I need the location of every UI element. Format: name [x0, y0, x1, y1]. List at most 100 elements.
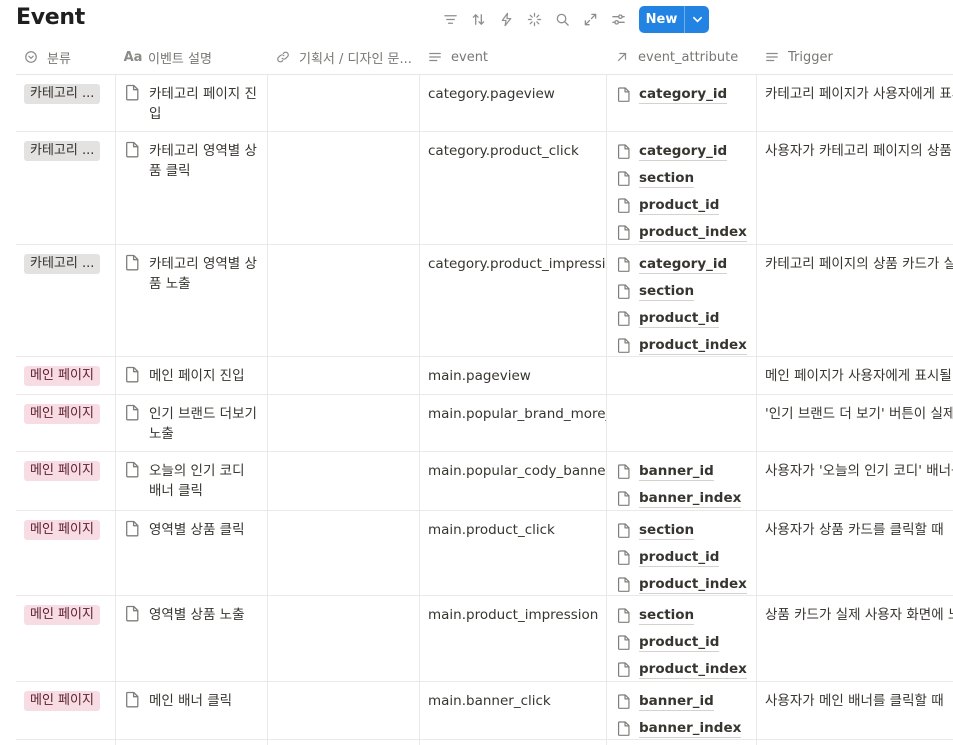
description-cell[interactable]: 인기 브랜드 더보기 노출: [116, 395, 268, 451]
relation-item[interactable]: product_id: [617, 632, 747, 652]
category-cell[interactable]: 메인 페이지: [16, 596, 116, 681]
relation-item[interactable]: product_id: [617, 547, 747, 567]
column-header-5[interactable]: Trigger: [757, 40, 953, 74]
description-cell[interactable]: 메인 페이지 진입: [116, 357, 268, 394]
doc-link-cell[interactable]: [268, 682, 420, 739]
description-cell[interactable]: 오늘의 인기 코디 배너 클릭: [116, 452, 268, 510]
relation-item[interactable]: section: [617, 605, 747, 625]
relation-item[interactable]: section: [617, 168, 747, 188]
relation-item[interactable]: banner_id: [617, 691, 741, 711]
trigger-cell[interactable]: '인기 브랜드 더 보기' 버튼이 실제: [757, 395, 953, 451]
event-attribute-cell[interactable]: category_id: [607, 75, 757, 131]
event-cell[interactable]: main.pageview: [420, 357, 607, 394]
event-cell[interactable]: main.banner_click: [420, 682, 607, 739]
category-cell[interactable]: 카테고리 ...: [16, 132, 116, 244]
trigger-cell[interactable]: 카테고리 페이지의 상품 카드가 실제: [757, 245, 953, 356]
relation-item[interactable]: product_index: [617, 222, 747, 242]
trigger-cell[interactable]: 사용자가 상품 카드를 클릭할 때: [757, 511, 953, 595]
page-title-link[interactable]: 카테고리 영역별 상품 노출: [125, 254, 259, 294]
description-cell[interactable]: 메인 배너 클릭: [116, 682, 268, 739]
doc-link-cell[interactable]: [268, 75, 420, 131]
description-cell[interactable]: 영역별 상품 클릭: [116, 511, 268, 595]
page-title-link[interactable]: 영역별 상품 노출: [125, 605, 259, 625]
event-cell[interactable]: main.product_impression: [420, 596, 607, 681]
trigger-cell[interactable]: [757, 740, 953, 745]
event-cell[interactable]: main.popular_brand_more_: [420, 395, 607, 451]
search-button[interactable]: [552, 8, 572, 30]
column-header-3[interactable]: event: [420, 40, 607, 74]
relation-item[interactable]: category_id: [617, 254, 747, 274]
page-title-link[interactable]: 카테고리 영역별 상품 클릭: [125, 141, 259, 181]
event-cell[interactable]: [420, 740, 607, 745]
category-cell[interactable]: 메인 페이지: [16, 511, 116, 595]
table-row[interactable]: 메인 페이지 오늘의 인기 코디 배너 클릭 main.popular_cody_b…: [16, 452, 953, 511]
doc-link-cell[interactable]: [268, 245, 420, 356]
page-title-link[interactable]: 영역별 상품 클릭: [125, 520, 259, 540]
relation-item[interactable]: product_index: [617, 659, 747, 679]
event-cell[interactable]: category.product_impressio: [420, 245, 607, 356]
event-attribute-cell[interactable]: [607, 395, 757, 451]
category-cell[interactable]: 메인 페이지: [16, 682, 116, 739]
event-attribute-cell[interactable]: section product_id product_index: [607, 596, 757, 681]
table-row[interactable]: 카테고리 ... 카테고리 페이지 진입 category.pageview cate…: [16, 75, 953, 132]
trigger-cell[interactable]: 사용자가 메인 배너를 클릭할 때: [757, 682, 953, 739]
category-cell[interactable]: 카테고리 ...: [16, 245, 116, 356]
table-row[interactable]: [16, 740, 953, 745]
new-dropdown-button[interactable]: [684, 6, 709, 33]
description-cell[interactable]: [116, 740, 268, 745]
event-attribute-cell[interactable]: category_id section product_id product_inde…: [607, 245, 757, 356]
event-cell[interactable]: main.popular_cody_banner_: [420, 452, 607, 510]
description-cell[interactable]: 카테고리 영역별 상품 클릭: [116, 132, 268, 244]
column-header-4[interactable]: event_attribute: [607, 40, 757, 74]
column-header-0[interactable]: 분류: [16, 40, 116, 74]
trigger-cell[interactable]: 카테고리 페이지가 사용자에게 표시: [757, 75, 953, 131]
column-header-1[interactable]: Aa 이벤트 설명: [116, 40, 268, 74]
automation-button[interactable]: [496, 8, 516, 30]
page-title-link[interactable]: 메인 페이지 진입: [125, 366, 259, 386]
page-title-link[interactable]: 메인 배너 클릭: [125, 691, 259, 711]
table-row[interactable]: 카테고리 ... 카테고리 영역별 상품 노출 category.product_i…: [16, 245, 953, 357]
table-row[interactable]: 메인 페이지 영역별 상품 노출 main.product_impression se…: [16, 596, 953, 682]
event-attribute-cell[interactable]: banner_id banner_index: [607, 452, 757, 510]
trigger-cell[interactable]: 사용자가 '오늘의 인기 코디' 배너를: [757, 452, 953, 510]
description-cell[interactable]: 카테고리 영역별 상품 노출: [116, 245, 268, 356]
description-cell[interactable]: 카테고리 페이지 진입: [116, 75, 268, 131]
relation-item[interactable]: product_index: [617, 574, 747, 594]
table-row[interactable]: 메인 페이지 인기 브랜드 더보기 노출 main.popular_brand_mo…: [16, 395, 953, 452]
new-button[interactable]: New: [639, 6, 684, 33]
relation-item[interactable]: product_index: [617, 335, 747, 355]
sort-button[interactable]: [468, 8, 488, 30]
trigger-cell[interactable]: 메인 페이지가 사용자에게 표시될 때: [757, 357, 953, 394]
table-row[interactable]: 메인 페이지 메인 배너 클릭 main.banner_click banner_id…: [16, 682, 953, 740]
relation-item[interactable]: section: [617, 281, 747, 301]
event-cell[interactable]: category.product_click: [420, 132, 607, 244]
page-title-link[interactable]: 오늘의 인기 코디 배너 클릭: [125, 461, 259, 501]
filter-button[interactable]: [440, 8, 460, 30]
expand-button[interactable]: [580, 8, 600, 30]
doc-link-cell[interactable]: [268, 395, 420, 451]
trigger-cell[interactable]: 상품 카드가 실제 사용자 화면에 노: [757, 596, 953, 681]
relation-item[interactable]: banner_index: [617, 718, 742, 738]
relation-item[interactable]: banner_index: [617, 488, 742, 508]
doc-link-cell[interactable]: [268, 511, 420, 595]
relation-item[interactable]: product_id: [617, 195, 747, 215]
category-cell[interactable]: 메인 페이지: [16, 395, 116, 451]
event-attribute-cell[interactable]: [607, 357, 757, 394]
doc-link-cell[interactable]: [268, 740, 420, 745]
relation-item[interactable]: category_id: [617, 84, 728, 104]
relation-item[interactable]: category_id: [617, 141, 747, 161]
category-cell[interactable]: 카테고리 ...: [16, 75, 116, 131]
event-cell[interactable]: main.product_click: [420, 511, 607, 595]
relation-item[interactable]: section: [617, 520, 747, 540]
doc-link-cell[interactable]: [268, 132, 420, 244]
event-cell[interactable]: category.pageview: [420, 75, 607, 131]
doc-link-cell[interactable]: [268, 596, 420, 681]
page-title-link[interactable]: 카테고리 페이지 진입: [125, 84, 259, 124]
event-attribute-cell[interactable]: category_idsection product_id product_inde…: [607, 132, 757, 244]
trigger-cell[interactable]: 사용자가 카테고리 페이지의 상품 카: [757, 132, 953, 244]
settings-button[interactable]: [608, 8, 628, 30]
table-row[interactable]: 메인 페이지 메인 페이지 진입 main.pageview 메인 페이지가 사용자에…: [16, 357, 953, 395]
table-row[interactable]: 카테고리 ... 카테고리 영역별 상품 클릭 category.product_c…: [16, 132, 953, 245]
category-cell[interactable]: [16, 740, 116, 745]
event-attribute-cell[interactable]: [607, 740, 757, 745]
